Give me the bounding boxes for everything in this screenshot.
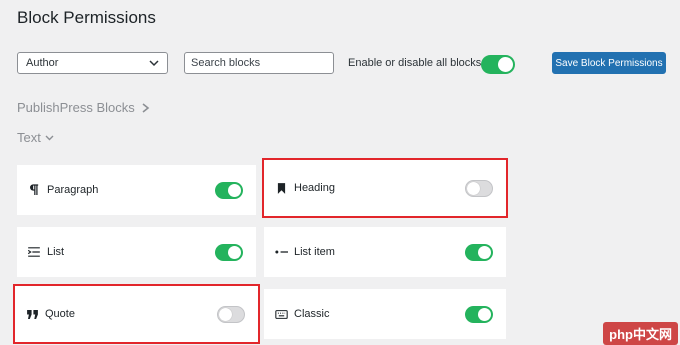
- toggle-knob: [219, 307, 232, 321]
- block-label: Quote: [45, 308, 75, 320]
- block-card-classic: Classic: [264, 289, 506, 339]
- breadcrumb-label: PublishPress Blocks: [17, 100, 135, 115]
- breadcrumb[interactable]: PublishPress Blocks: [17, 100, 150, 115]
- watermark-logo: php中文网: [603, 322, 678, 345]
- block-card-heading: Heading: [262, 158, 508, 218]
- block-card-quote: Quote: [13, 284, 260, 344]
- block-toggle-classic[interactable]: [465, 305, 493, 323]
- role-select-value: Author: [26, 57, 59, 69]
- search-input[interactable]: [184, 52, 334, 74]
- chevron-down-icon: [149, 60, 159, 67]
- block-label: Heading: [294, 182, 335, 194]
- chevron-right-icon: [142, 102, 150, 113]
- block-toggle-list[interactable]: [215, 243, 243, 261]
- block-card-list: List: [17, 227, 256, 277]
- list-item-icon: [274, 245, 288, 259]
- block-card-list-item: List item: [264, 227, 506, 277]
- block-label: List item: [294, 246, 335, 258]
- quote-icon: [25, 307, 39, 321]
- block-card-paragraph: Paragraph: [17, 165, 256, 215]
- block-toggle-list-item[interactable]: [465, 243, 493, 261]
- block-label: Classic: [294, 308, 330, 320]
- save-button[interactable]: Save Block Permissions: [552, 52, 666, 74]
- block-toggle-quote[interactable]: [217, 305, 245, 323]
- block-label: List: [47, 246, 65, 258]
- toggle-knob: [228, 245, 241, 259]
- block-toggle-paragraph[interactable]: [215, 181, 243, 199]
- page-title: Block Permissions: [17, 8, 156, 27]
- toggle-all-blocks[interactable]: [481, 55, 515, 74]
- list-icon: [27, 245, 41, 259]
- bookmark-icon: [274, 181, 288, 195]
- toggle-knob: [467, 181, 480, 195]
- toggle-all-label: Enable or disable all blocks: [348, 57, 482, 69]
- chevron-down-icon: [45, 135, 54, 141]
- toggle-knob: [478, 307, 491, 321]
- toggle-knob: [498, 57, 513, 72]
- block-label: Paragraph: [47, 184, 99, 196]
- category-label: Text: [17, 130, 41, 145]
- toggle-knob: [228, 183, 241, 197]
- keyboard-icon: [274, 307, 288, 321]
- paragraph-icon: [27, 183, 41, 197]
- role-select[interactable]: Author: [17, 52, 168, 74]
- category-toggle[interactable]: Text: [17, 130, 54, 145]
- block-toggle-heading[interactable]: [465, 179, 493, 197]
- toggle-knob: [478, 245, 491, 259]
